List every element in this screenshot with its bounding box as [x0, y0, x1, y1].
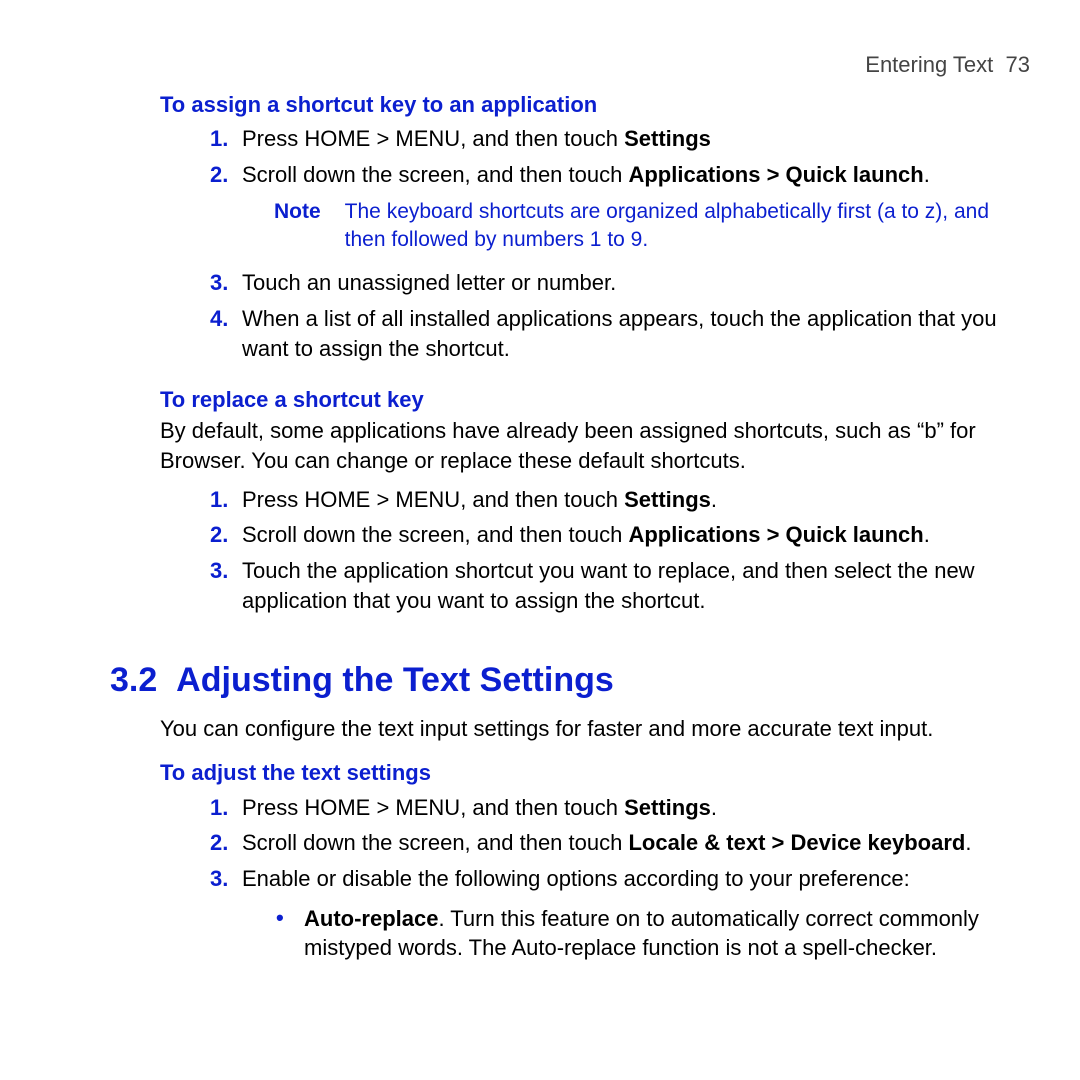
- step-suffix: .: [924, 522, 930, 547]
- step-item: Press HOME > MENU, and then touch Settin…: [210, 121, 1030, 157]
- step-item: When a list of all installed application…: [210, 301, 1030, 366]
- step-bold: Applications > Quick launch: [628, 522, 923, 547]
- chapter-title: Entering Text: [865, 52, 993, 77]
- step-text: Scroll down the screen, and then touch: [242, 522, 628, 547]
- intro-adjust-text: You can configure the text input setting…: [160, 714, 1030, 744]
- step-text: Press HOME > MENU, and then touch: [242, 795, 624, 820]
- step-item: Touch the application shortcut you want …: [210, 553, 1030, 618]
- subheading-replace-shortcut: To replace a shortcut key: [160, 385, 1030, 415]
- step-suffix: .: [711, 487, 717, 512]
- step-bold: Locale & text > Device keyboard: [628, 830, 965, 855]
- page-header: Entering Text 73: [50, 50, 1030, 80]
- step-item: Touch an unassigned letter or number.: [210, 265, 1030, 301]
- document-page: Entering Text 73 To assign a shortcut ke…: [0, 0, 1080, 1080]
- bullet-list-options: Auto-replace. Turn this feature on to au…: [276, 901, 1030, 966]
- step-suffix: .: [711, 795, 717, 820]
- step-item: Press HOME > MENU, and then touch Settin…: [210, 790, 1030, 826]
- page-number: 73: [1006, 52, 1030, 77]
- section-number: 3.2: [110, 661, 157, 699]
- section-heading-3-2: 3.2 Adjusting the Text Settings: [110, 658, 1030, 704]
- step-bold: Settings: [624, 795, 711, 820]
- step-text: Touch the application shortcut you want …: [242, 558, 975, 613]
- step-text: When a list of all installed application…: [242, 306, 997, 361]
- note-label: Note: [274, 198, 321, 255]
- subheading-adjust-text: To adjust the text settings: [160, 758, 1030, 788]
- step-text: Press HOME > MENU, and then touch: [242, 487, 624, 512]
- step-item: Press HOME > MENU, and then touch Settin…: [210, 482, 1030, 518]
- step-suffix: .: [924, 162, 930, 187]
- bullet-item: Auto-replace. Turn this feature on to au…: [276, 901, 1030, 966]
- intro-replace-shortcut: By default, some applications have alrea…: [160, 416, 1030, 475]
- step-bold: Settings: [624, 487, 711, 512]
- step-item: Scroll down the screen, and then touch A…: [210, 157, 1030, 265]
- bullet-bold: Auto-replace: [304, 906, 438, 931]
- step-bold: Settings: [624, 126, 711, 151]
- step-text: Enable or disable the following options …: [242, 866, 910, 891]
- section-title: Adjusting the Text Settings: [176, 661, 614, 699]
- step-suffix: .: [965, 830, 971, 855]
- step-text: Touch an unassigned letter or number.: [242, 270, 616, 295]
- note-row: Note The keyboard shortcuts are organize…: [274, 198, 1030, 255]
- step-text: Press HOME > MENU, and then touch: [242, 126, 624, 151]
- steps-adjust-text: Press HOME > MENU, and then touch Settin…: [210, 790, 1030, 897]
- step-text: Scroll down the screen, and then touch: [242, 830, 628, 855]
- step-item: Enable or disable the following options …: [210, 861, 1030, 897]
- steps-replace-shortcut: Press HOME > MENU, and then touch Settin…: [210, 482, 1030, 619]
- subheading-assign-shortcut: To assign a shortcut key to an applicati…: [160, 90, 1030, 120]
- steps-assign-shortcut: Press HOME > MENU, and then touch Settin…: [210, 121, 1030, 366]
- step-text: Scroll down the screen, and then touch: [242, 162, 628, 187]
- step-item: Scroll down the screen, and then touch L…: [210, 825, 1030, 861]
- step-item: Scroll down the screen, and then touch A…: [210, 517, 1030, 553]
- step-bold: Applications > Quick launch: [628, 162, 923, 187]
- note-body: The keyboard shortcuts are organized alp…: [345, 198, 1030, 255]
